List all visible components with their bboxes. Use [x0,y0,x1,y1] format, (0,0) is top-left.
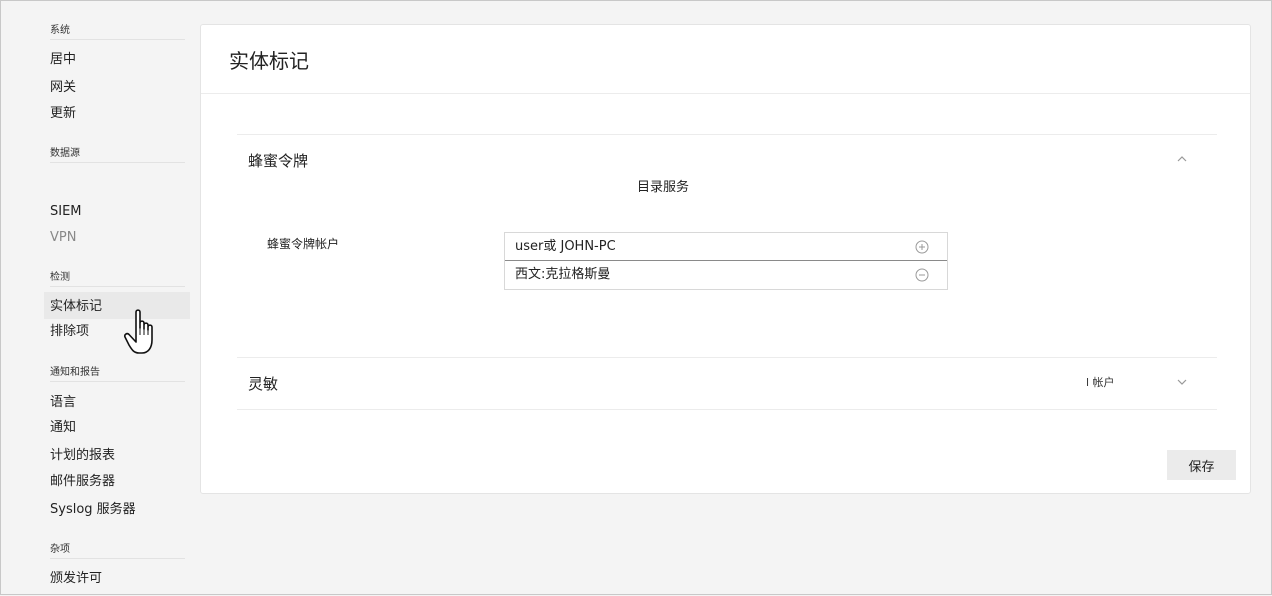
sidebar-item-entity-tags[interactable]: 实体标记 [50,299,102,315]
sidebar-item-center[interactable]: 居中 [50,52,76,68]
minus-circle-icon[interactable] [915,268,929,282]
sidebar-section-detection: 检测 [50,272,185,287]
sidebar-section-system: 系统 [50,25,185,40]
title-divider [201,93,1250,94]
sidebar-item-mail-server[interactable]: 邮件服务器 [50,474,115,490]
honeytoken-account-row[interactable]: 西文:克拉格斯曼 [505,261,947,289]
sidebar-section-misc: 杂项 [50,544,185,559]
entity-tags-panel: 实体标记 蜂蜜令牌 目录服务 蜂蜜令牌帐户 user或 JOHN-PC 西文:克… [200,24,1251,494]
save-button[interactable]: 保存 [1167,450,1236,480]
honeytoken-section-title[interactable]: 蜂蜜令牌 [248,151,308,171]
sensitive-section-bottom-divider [237,409,1217,410]
sidebar-item-gateway[interactable]: 网关 [50,80,76,96]
chevron-down-icon[interactable] [1175,377,1189,387]
sidebar-item-syslog-server[interactable]: Syslog 服务器 [50,502,136,518]
sensitive-section-top-divider [237,357,1217,358]
account-input-value[interactable]: 西文:克拉格斯曼 [515,267,610,282]
page-title: 实体标记 [229,49,309,73]
sidebar-item-exclusions[interactable]: 排除项 [50,324,89,340]
directory-services-label: 目录服务 [637,180,690,195]
settings-sidebar: 系统 居中 网关 更新 数据源 SIEM VPN 检测 实体标记 排除项 通知和… [1,1,201,596]
honeytoken-section-top-divider [237,134,1217,135]
sidebar-item-scheduled-reports[interactable]: 计划的报表 [50,448,115,464]
hand-cursor-icon [124,309,153,354]
sensitive-section-title[interactable]: 灵敏 [248,374,278,394]
sidebar-item-notifications[interactable]: 通知 [50,420,76,436]
sidebar-item-siem[interactable]: SIEM [50,204,82,220]
sidebar-item-language[interactable]: 语言 [50,395,76,411]
chevron-up-icon[interactable] [1175,154,1189,164]
sidebar-item-licensing[interactable]: 颁发许可 [50,571,102,587]
honeytoken-accounts-list: user或 JOHN-PC 西文:克拉格斯曼 [504,232,948,290]
honeytoken-account-row[interactable]: user或 JOHN-PC [505,233,947,261]
sidebar-section-data-sources: 数据源 [50,148,185,163]
sidebar-section-notifications-reports: 通知和报告 [50,367,185,382]
plus-circle-icon[interactable] [915,240,929,254]
sidebar-item-updates[interactable]: 更新 [50,106,76,122]
sensitive-accounts-label: l 帐户 [1086,376,1115,389]
honeytoken-accounts-label: 蜂蜜令牌帐户 [267,237,340,251]
account-input-value[interactable]: user或 JOHN-PC [515,239,616,254]
sidebar-item-vpn[interactable]: VPN [50,230,76,246]
